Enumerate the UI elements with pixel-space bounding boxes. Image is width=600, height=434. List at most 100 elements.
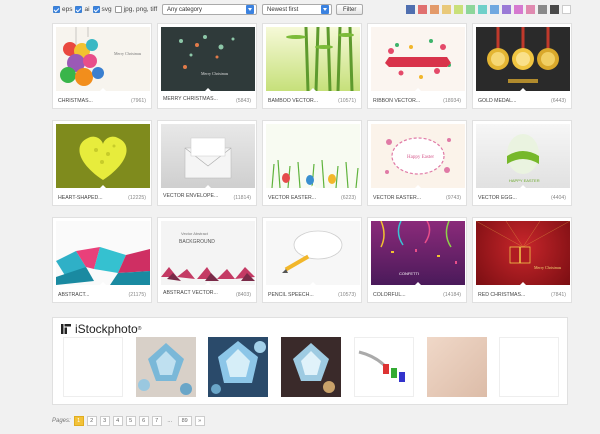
vector-card[interactable]: ABSTRACT... (21175) xyxy=(52,217,152,303)
item-title[interactable]: ABSTRACT... xyxy=(58,292,89,298)
item-title[interactable]: VECTOR EGG... xyxy=(478,195,517,201)
item-title[interactable]: VECTOR EASTER... xyxy=(268,195,316,201)
page-button[interactable]: 7 xyxy=(151,416,162,426)
color-swatch[interactable] xyxy=(526,5,535,14)
color-swatch[interactable] xyxy=(538,5,547,14)
vector-card[interactable]: Merry Christmas CHRISTMAS... (7961) xyxy=(52,23,152,109)
page-button[interactable]: 4 xyxy=(112,416,123,426)
svg-text:Vector Abstract: Vector Abstract xyxy=(181,231,209,236)
thumbnail-ribbon[interactable] xyxy=(371,27,465,91)
page-button[interactable]: 1 xyxy=(73,416,84,426)
chevron-down-icon xyxy=(321,5,329,14)
item-title[interactable]: PENCIL SPEECH... xyxy=(268,292,314,298)
thumbnail-envelope[interactable] xyxy=(161,124,255,188)
vector-card[interactable]: Merry Christmas RED CHRISTMAS... (7841) xyxy=(472,217,572,303)
color-swatch[interactable] xyxy=(442,5,451,14)
vector-card[interactable]: RIBBON VECTOR... (18934) xyxy=(367,23,467,109)
thumbnail-christmas-balls[interactable]: Merry Christmas xyxy=(56,27,150,91)
istock-thumb[interactable] xyxy=(281,337,341,397)
color-swatch[interactable] xyxy=(430,5,439,14)
format-checkbox-jpg[interactable]: jpg, png, tiff xyxy=(114,6,157,13)
color-swatch[interactable] xyxy=(514,5,523,14)
vector-card[interactable]: HAPPY EASTER VECTOR EGG... (4404) xyxy=(472,120,572,206)
vector-card[interactable]: CONFETTI COLORFUL... (14184) xyxy=(367,217,467,303)
istock-thumb[interactable] xyxy=(354,337,414,397)
item-title[interactable]: RIBBON VECTOR... xyxy=(373,98,420,104)
istock-thumb[interactable] xyxy=(63,337,123,397)
vector-card[interactable]: GOLD MEDAL... (6443) xyxy=(472,23,572,109)
thumbnail-abstract-triangles[interactable] xyxy=(56,221,150,285)
next-page-button[interactable]: » xyxy=(194,416,205,426)
vector-card[interactable]: Vector Abstract BACKGROUND ABSTRACT VECT… xyxy=(157,217,257,303)
checkbox-icon[interactable] xyxy=(92,6,100,13)
page-button[interactable]: 89 xyxy=(177,416,192,426)
format-checkbox-ai[interactable]: ai xyxy=(75,6,90,13)
item-title[interactable]: VECTOR EASTER... xyxy=(373,195,421,201)
item-count: (5843) xyxy=(236,98,251,104)
vector-card[interactable]: HEART-SHAPED... (12225) xyxy=(52,120,152,206)
category-select[interactable]: Any category xyxy=(162,4,257,15)
page-button[interactable]: 5 xyxy=(125,416,136,426)
thumb-notch xyxy=(309,185,317,189)
thumb-notch xyxy=(309,282,317,286)
thumbnail-abstract-background[interactable]: Vector Abstract BACKGROUND xyxy=(161,221,255,285)
item-count: (7961) xyxy=(131,98,146,104)
item-count: (4404) xyxy=(551,195,566,201)
thumbnail-easter-grass[interactable] xyxy=(266,124,360,188)
thumbnail-bamboo[interactable] xyxy=(266,27,360,91)
thumbnail-heart[interactable] xyxy=(56,124,150,188)
format-checkbox-svg[interactable]: svg xyxy=(92,6,112,13)
thumbnail-merry-christmas[interactable]: Merry Christmas xyxy=(161,27,255,91)
vector-card[interactable]: VECTOR ENVELOPE... (11814) xyxy=(157,120,257,206)
item-title[interactable]: HEART-SHAPED... xyxy=(58,195,103,201)
item-title[interactable]: GOLD MEDAL... xyxy=(478,98,516,104)
istock-logo[interactable]: iStockphoto ® xyxy=(61,322,141,336)
istock-thumb[interactable] xyxy=(499,337,559,397)
vector-card[interactable]: PENCIL SPEECH... (10573) xyxy=(262,217,362,303)
item-title[interactable]: CHRISTMAS... xyxy=(58,98,93,104)
color-swatch[interactable] xyxy=(418,5,427,14)
item-title[interactable]: ABSTRACT VECTOR... xyxy=(163,290,223,296)
item-title[interactable]: MERRY CHRISTMAS... xyxy=(163,96,223,102)
color-swatch[interactable] xyxy=(466,5,475,14)
vector-card[interactable]: VECTOR EASTER... (6223) xyxy=(262,120,362,206)
thumbnail-red-christmas[interactable]: Merry Christmas xyxy=(476,221,570,285)
checkbox-icon[interactable] xyxy=(75,6,83,13)
item-title[interactable]: BAMBOO VECTOR... xyxy=(268,98,318,104)
thumb-notch xyxy=(99,185,107,189)
thumbnail-gold-medal[interactable] xyxy=(476,27,570,91)
vector-card[interactable]: Happy Easter VECTOR EASTER... (9743) xyxy=(367,120,467,206)
color-swatch[interactable] xyxy=(406,5,415,14)
checkbox-icon[interactable] xyxy=(114,6,122,13)
item-count: (9743) xyxy=(446,195,461,201)
color-swatch[interactable] xyxy=(502,5,511,14)
thumbnail-easter-frame[interactable]: Happy Easter xyxy=(371,124,465,188)
color-swatch[interactable] xyxy=(550,5,559,14)
svg-text:BACKGROUND: BACKGROUND xyxy=(179,239,215,245)
color-swatch[interactable] xyxy=(454,5,463,14)
item-title[interactable]: RED CHRISTMAS... xyxy=(478,292,525,298)
item-title[interactable]: VECTOR ENVELOPE... xyxy=(163,193,223,199)
thumbnail-pencil-speech[interactable] xyxy=(266,221,360,285)
thumbnail-easter-egg[interactable]: HAPPY EASTER xyxy=(476,124,570,188)
thumb-notch xyxy=(414,88,422,92)
filter-button[interactable]: Filter xyxy=(336,4,364,15)
page-button[interactable]: 3 xyxy=(99,416,110,426)
checkbox-icon[interactable] xyxy=(53,6,60,13)
istock-thumb[interactable] xyxy=(136,337,196,397)
pagination: Pages: 1 2 3 4 5 6 7 ... 89 » xyxy=(52,416,208,426)
istock-brand: iStockphoto xyxy=(75,322,138,336)
vector-card[interactable]: BAMBOO VECTOR... (10571) xyxy=(262,23,362,109)
color-swatch[interactable] xyxy=(562,5,571,14)
sort-select[interactable]: Newest first xyxy=(262,4,332,15)
page-button[interactable]: 6 xyxy=(138,416,149,426)
format-checkbox-eps[interactable]: eps xyxy=(53,6,72,13)
color-swatch[interactable] xyxy=(490,5,499,14)
page-button[interactable]: 2 xyxy=(86,416,97,426)
item-title[interactable]: COLORFUL... xyxy=(373,292,406,298)
color-swatch[interactable] xyxy=(478,5,487,14)
thumbnail-colorful-confetti[interactable]: CONFETTI xyxy=(371,221,465,285)
istock-thumb[interactable] xyxy=(208,337,268,397)
vector-card[interactable]: Merry Christmas MERRY CHRISTMAS... (5843… xyxy=(157,23,257,109)
istock-thumb[interactable] xyxy=(427,337,487,397)
